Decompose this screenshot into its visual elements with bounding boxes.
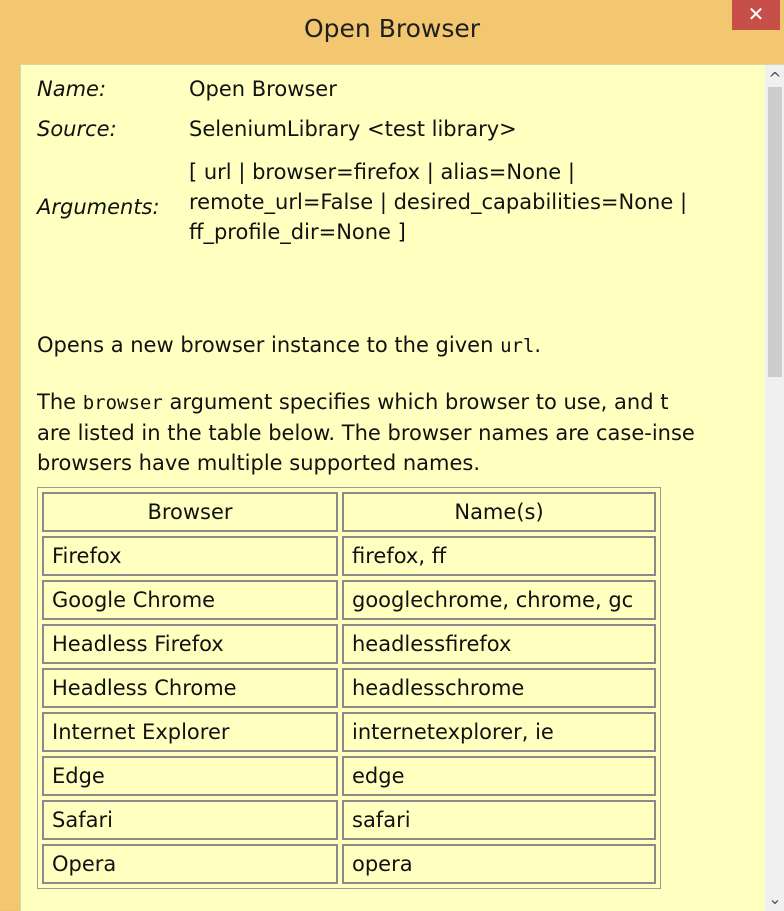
desc-text: are listed in the table below. The brows… — [37, 421, 695, 445]
browser-cell: Headless Firefox — [42, 624, 338, 664]
table-row: Google Chrome googlechrome, chrome, gc — [42, 580, 656, 620]
description-paragraph-1: Opens a new browser instance to the give… — [37, 330, 541, 361]
arguments-value: [ url | browser=firefox | alias=None | r… — [189, 160, 688, 244]
browser-cell: Opera — [42, 844, 338, 884]
source-row: Source: SeleniumLibrary <test library> — [37, 117, 767, 157]
title-bar[interactable]: Open Browser ✕ — [0, 0, 784, 63]
name-value: Open Browser — [189, 77, 337, 101]
browsers-table: Browser Name(s) Firefox firefox, ff Goog… — [37, 487, 661, 889]
column-header-names: Name(s) — [342, 492, 656, 532]
scroll-up-icon[interactable]: ^ — [765, 69, 784, 89]
desc-text: The — [37, 390, 83, 414]
name-label: Name: — [37, 77, 107, 101]
code-browser: browser — [82, 392, 163, 414]
names-cell: opera — [342, 844, 656, 884]
close-icon: ✕ — [747, 2, 765, 26]
window-title: Open Browser — [303, 14, 481, 43]
description-paragraph-2: The browser argument specifies which bro… — [37, 387, 695, 478]
vertical-scrollbar[interactable]: ^ ⌄ — [765, 65, 784, 911]
doc-content: Name: Open Browser Source: SeleniumLibra… — [37, 77, 767, 889]
browser-cell: Safari — [42, 800, 338, 840]
table-row: Opera opera — [42, 844, 656, 884]
names-cell: googlechrome, chrome, gc — [342, 580, 656, 620]
keyword-meta: Name: Open Browser Source: SeleniumLibra… — [37, 77, 767, 267]
desc-text: . — [534, 333, 542, 357]
table-header-row: Browser Name(s) — [42, 492, 656, 532]
scroll-thumb[interactable] — [768, 87, 782, 377]
desc-text: argument specifies which browser to use,… — [162, 390, 669, 414]
column-header-browser: Browser — [42, 492, 338, 532]
names-cell: internetexplorer, ie — [342, 712, 656, 752]
names-cell: headlesschrome — [342, 668, 656, 708]
names-cell: headlessfirefox — [342, 624, 656, 664]
table-row: Safari safari — [42, 800, 656, 840]
table-row: Edge edge — [42, 756, 656, 796]
names-cell: firefox, ff — [342, 536, 656, 576]
desc-text: browsers have multiple supported names. — [37, 451, 480, 475]
code-url: url — [500, 335, 535, 357]
table-row: Internet Explorer internetexplorer, ie — [42, 712, 656, 752]
browser-cell: Internet Explorer — [42, 712, 338, 752]
doc-panel: Name: Open Browser Source: SeleniumLibra… — [20, 64, 784, 911]
browser-cell: Headless Chrome — [42, 668, 338, 708]
documentation-window: Open Browser ✕ Name: Open Browser Source… — [0, 0, 784, 911]
arguments-row: Arguments: [ url | browser=firefox | ali… — [37, 157, 767, 267]
browser-cell: Edge — [42, 756, 338, 796]
browser-cell: Firefox — [42, 536, 338, 576]
close-button[interactable]: ✕ — [732, 0, 780, 30]
source-label: Source: — [37, 117, 117, 141]
table-row: Headless Firefox headlessfirefox — [42, 624, 656, 664]
arguments-label: Arguments: — [37, 195, 160, 219]
scroll-down-icon[interactable]: ⌄ — [765, 889, 784, 909]
names-cell: safari — [342, 800, 656, 840]
table-row: Headless Chrome headlesschrome — [42, 668, 656, 708]
table-row: Firefox firefox, ff — [42, 536, 656, 576]
desc-text: Opens a new browser instance to the give… — [37, 333, 501, 357]
names-cell: edge — [342, 756, 656, 796]
source-value: SeleniumLibrary <test library> — [189, 117, 517, 141]
name-row: Name: Open Browser — [37, 77, 767, 117]
browser-cell: Google Chrome — [42, 580, 338, 620]
